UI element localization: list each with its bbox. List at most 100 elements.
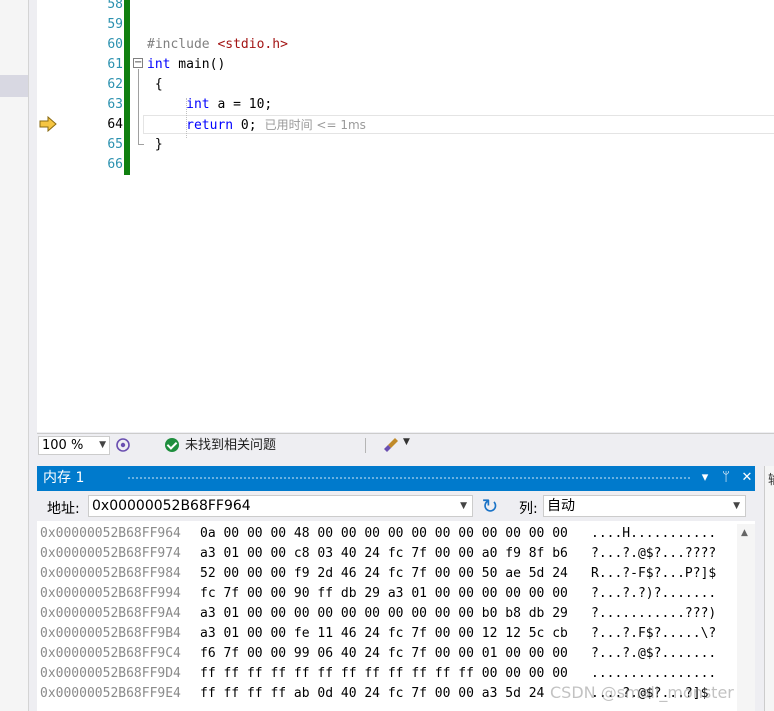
code-token: } <box>147 137 163 152</box>
memory-ascii[interactable]: ................ <box>591 664 716 684</box>
memory-address: 0x00000052B68FF984 <box>40 566 181 581</box>
line-number: 66 <box>107 157 123 172</box>
refresh-icon[interactable]: ↻ <box>479 495 501 517</box>
left-strip-highlight <box>0 75 28 97</box>
line-number: 65 <box>107 137 123 152</box>
execution-pointer-icon <box>39 116 57 132</box>
memory-address: 0x00000052B68FF994 <box>40 586 181 601</box>
line-number: 60 <box>107 37 123 52</box>
memory-address: 0x00000052B68FF9A4 <box>40 606 181 621</box>
watermark: CSDN @small_monster <box>550 683 734 702</box>
memory-hex-bytes[interactable]: a3 01 00 00 00 00 00 00 00 00 00 00 b0 b… <box>200 604 568 624</box>
memory-address: 0x00000052B68FF9B4 <box>40 626 181 641</box>
columns-label: 列: <box>519 501 538 517</box>
memory-hex-bytes[interactable]: f6 7f 00 00 99 06 40 24 fc 7f 00 00 01 0… <box>200 644 568 664</box>
collapse-toggle[interactable]: − <box>133 58 143 68</box>
memory-row[interactable]: 0x00000052B68FF994 fc 7f 00 00 90 ff db 2… <box>37 584 737 604</box>
memory-address: 0x00000052B68FF9D4 <box>40 666 181 681</box>
columns-select[interactable]: 自动 ▼ <box>543 495 746 517</box>
memory-scrollbar[interactable]: ▲ <box>737 524 755 711</box>
memory-hex-bytes[interactable]: ff ff ff ff ab 0d 40 24 fc 7f 00 00 a3 5… <box>200 684 544 704</box>
memory-address: 0x00000052B68FF964 <box>40 526 181 541</box>
title-grip <box>127 476 692 481</box>
code-cleanup-button[interactable]: ▼ <box>383 437 413 454</box>
zoom-value: 100 % <box>42 438 84 453</box>
perf-tip-hint[interactable]: 已用时间 <= 1ms <box>265 118 366 132</box>
chevron-down-icon: ▼ <box>403 437 410 447</box>
memory-row[interactable]: 0x00000052B68FF9B4 a3 01 00 00 fe 11 46 2… <box>37 624 737 644</box>
code-line[interactable]: int a = 10; <box>147 95 272 115</box>
chevron-down-icon[interactable]: ▼ <box>460 496 467 516</box>
code-line[interactable]: { <box>147 75 163 95</box>
memory-address: 0x00000052B68FF974 <box>40 546 181 561</box>
memory-ascii[interactable]: ?...?.F$?.....\? <box>591 624 716 644</box>
chevron-down-icon: ▼ <box>99 440 106 450</box>
code-token: { <box>147 77 163 92</box>
check-circle-icon <box>165 438 179 452</box>
memory-title: 内存 1 <box>43 470 85 486</box>
code-editor[interactable]: 58 59 60 61 62 63 64 65 66 − #include <stdio.h> i… <box>37 0 774 432</box>
memory-hex-bytes[interactable]: a3 01 00 00 fe 11 46 24 fc 7f 00 00 12 1… <box>200 624 568 644</box>
chevron-down-icon[interactable]: ▼ <box>733 496 740 516</box>
memory-hex-bytes[interactable]: fc 7f 00 00 90 ff db 29 a3 01 00 00 00 0… <box>200 584 568 604</box>
memory-row[interactable]: 0x00000052B68FF9A4 a3 01 00 00 00 00 00 0… <box>37 604 737 624</box>
memory-hex-bytes[interactable]: ff ff ff ff ff ff ff ff ff ff ff ff 00 0… <box>200 664 568 684</box>
address-value: 0x00000052B68FF964 <box>92 498 251 514</box>
line-number: 63 <box>107 97 123 112</box>
code-token: <stdio.h> <box>217 37 288 52</box>
memory-ascii[interactable]: ?...........???) <box>591 604 716 624</box>
memory-toolbar: 地址: 0x00000052B68FF964 ▼ ↻ 列: 自动 ▼ <box>37 491 755 521</box>
code-token: int <box>186 97 210 112</box>
memory-hex-bytes[interactable]: a3 01 00 00 c8 03 40 24 fc 7f 00 00 a0 f… <box>200 544 568 564</box>
intellicode-icon[interactable] <box>115 437 131 453</box>
editor-status-bar: 100 % ▼ 未找到相关问题 ▼ <box>37 433 774 458</box>
issues-status-text[interactable]: 未找到相关问题 <box>185 437 276 455</box>
memory-ascii[interactable]: ?...?.@$?...???? <box>591 544 716 564</box>
columns-value: 自动 <box>547 498 575 514</box>
scroll-up-icon[interactable]: ▲ <box>741 528 748 538</box>
code-line[interactable]: return 0; 已用时间 <= 1ms <box>147 115 366 135</box>
line-number: 62 <box>107 77 123 92</box>
left-tool-strip <box>0 0 29 711</box>
memory-row[interactable]: 0x00000052B68FF9D4 ff ff ff ff ff ff ff f… <box>37 664 737 684</box>
memory-ascii[interactable]: ?...?.?)?....... <box>591 584 716 604</box>
code-line[interactable]: } <box>147 135 163 155</box>
code-token: main() <box>170 57 226 72</box>
window-menu-button[interactable]: ▾ <box>696 468 714 488</box>
right-panel-fragment[interactable]: 输 <box>764 466 774 711</box>
outline-end <box>138 144 144 145</box>
memory-ascii[interactable]: ?...?.@$?....... <box>591 644 716 664</box>
memory-row[interactable]: 0x00000052B68FF984 52 00 00 00 f9 2d 46 2… <box>37 564 737 584</box>
status-separator <box>365 438 366 453</box>
code-token: 0; <box>233 118 257 133</box>
brush-icon <box>384 438 398 452</box>
memory-row[interactable]: 0x00000052B68FF974 a3 01 00 00 c8 03 40 2… <box>37 544 737 564</box>
address-label: 地址: <box>47 501 80 517</box>
line-number: 61 <box>107 57 123 72</box>
code-token: int <box>147 57 171 72</box>
memory-hex-bytes[interactable]: 0a 00 00 00 48 00 00 00 00 00 00 00 00 0… <box>200 524 568 544</box>
memory-title-bar[interactable]: 内存 1 ▾ ᛘ ✕ <box>37 466 755 491</box>
close-icon[interactable]: ✕ <box>738 468 756 488</box>
right-panel-tab[interactable]: 输 <box>768 469 774 488</box>
pin-icon[interactable]: ᛘ <box>717 468 735 488</box>
code-line[interactable]: #include <stdio.h> <box>147 35 288 55</box>
line-number-column: 58 59 60 61 62 63 64 65 66 <box>59 0 123 432</box>
line-number: 58 <box>107 0 123 12</box>
memory-address: 0x00000052B68FF9E4 <box>40 686 181 701</box>
memory-ascii[interactable]: R...?-F$?...P?]$ <box>591 564 716 584</box>
code-line[interactable]: int main() <box>147 55 225 75</box>
memory-ascii[interactable]: ....H........... <box>591 524 716 544</box>
memory-hex-bytes[interactable]: 52 00 00 00 f9 2d 46 24 fc 7f 00 00 50 a… <box>200 564 568 584</box>
zoom-dropdown[interactable]: 100 % ▼ <box>38 436 110 455</box>
memory-row[interactable]: 0x00000052B68FF9C4 f6 7f 00 00 99 06 40 2… <box>37 644 737 664</box>
line-number: 64 <box>107 117 123 132</box>
code-token: a = 10; <box>209 97 273 112</box>
address-input[interactable]: 0x00000052B68FF964 ▼ <box>88 495 473 517</box>
glyph-margin[interactable] <box>37 0 59 432</box>
memory-window[interactable]: 内存 1 ▾ ᛘ ✕ 地址: 0x00000052B68FF964 ▼ ↻ 列:… <box>37 466 755 711</box>
outline-line <box>138 69 139 145</box>
code-token: #include <box>147 37 218 52</box>
memory-row[interactable]: 0x00000052B68FF964 0a 00 00 00 48 00 00 0… <box>37 524 737 544</box>
